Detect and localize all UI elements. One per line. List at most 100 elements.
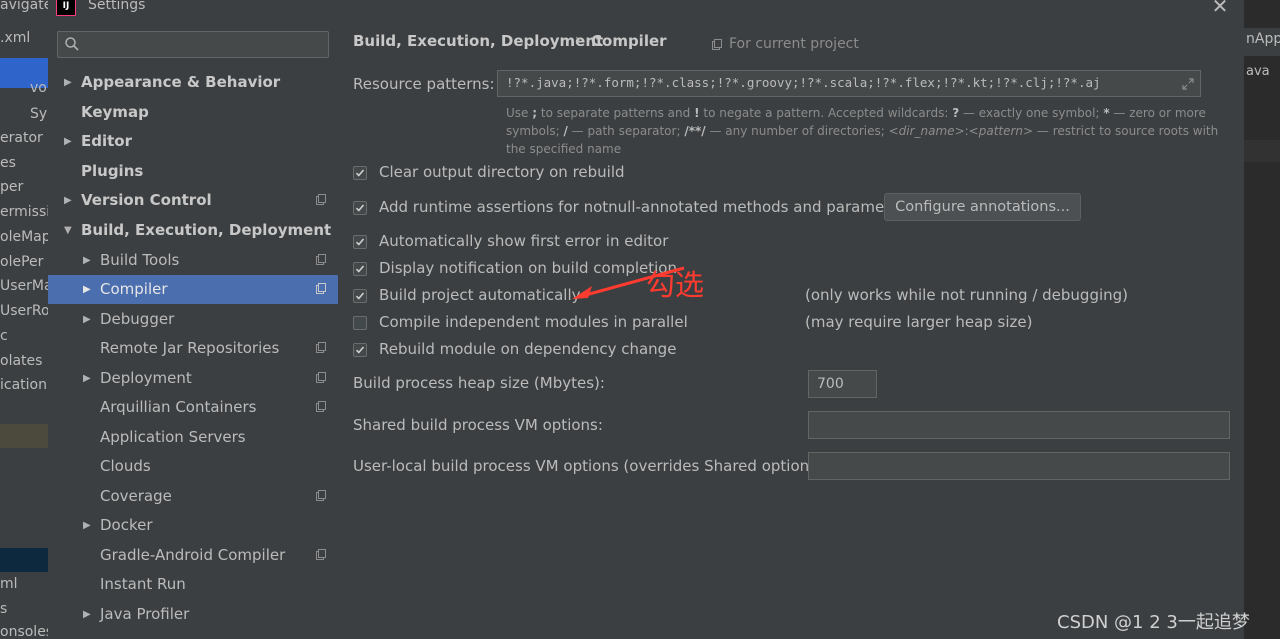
nav-item-version-control[interactable]: ▶ Version Control bbox=[48, 186, 338, 215]
nav-item-instant-run[interactable]: Instant Run bbox=[48, 570, 338, 599]
checkbox-label: Compile independent modules in parallel bbox=[379, 313, 688, 331]
checkbox[interactable] bbox=[353, 201, 367, 215]
background-text: ication bbox=[0, 377, 47, 393]
heap-size-input[interactable]: 700 bbox=[808, 370, 877, 398]
background-text: ermissi bbox=[0, 204, 48, 220]
checkbox[interactable] bbox=[353, 289, 367, 303]
nav-item-label: Appearance & Behavior bbox=[81, 73, 281, 91]
nav-item-plugins[interactable]: Plugins bbox=[48, 157, 338, 186]
shared-vm-options-input[interactable] bbox=[808, 411, 1230, 439]
project-scope-icon bbox=[316, 194, 326, 205]
background-text: UserMap bbox=[0, 278, 48, 294]
project-scope-icon bbox=[316, 490, 326, 501]
background-text: olePer bbox=[0, 254, 44, 270]
nav-item-clouds[interactable]: Clouds bbox=[48, 452, 338, 481]
nav-item-label: Clouds bbox=[100, 457, 151, 475]
breadcrumb-separator: › bbox=[575, 32, 581, 48]
heap-size-label: Build process heap size (Mbytes): bbox=[353, 374, 605, 392]
build-automatically-note: (only works while not running / debuggin… bbox=[805, 286, 1129, 304]
checkbox-label: Automatically show first error in editor bbox=[379, 232, 669, 250]
nav-item-label: Application Servers bbox=[100, 428, 246, 446]
nav-item-label: Keymap bbox=[81, 103, 149, 121]
resource-patterns-input[interactable]: !?*.java;!?*.form;!?*.class;!?*.groovy;!… bbox=[497, 70, 1201, 97]
background-text: oleMap bbox=[0, 229, 48, 245]
nav-item-debugger[interactable]: ▶ Debugger bbox=[48, 305, 338, 334]
settings-dialog: IJ Settings ✕ ▶ Appearance & Behavior Ke… bbox=[48, 0, 1244, 639]
background-text: vo bbox=[30, 80, 47, 96]
nav-item-editor[interactable]: ▶ Editor bbox=[48, 127, 338, 156]
resource-patterns-label: Resource patterns: bbox=[353, 75, 495, 93]
nav-item-label: Docker bbox=[100, 516, 153, 534]
nav-item-label: Coverage bbox=[100, 487, 172, 505]
nav-item-label: Build, Execution, Deployment bbox=[81, 221, 332, 239]
nav-item-label: Java Profiler bbox=[100, 605, 190, 623]
nav-item-java-profiler[interactable]: ▶ Java Profiler bbox=[48, 600, 338, 629]
project-scope-icon bbox=[316, 342, 326, 353]
resource-patterns-hint: Use ; to separate patterns and ! to nega… bbox=[506, 106, 1219, 156]
nav-item-label: Instant Run bbox=[100, 575, 186, 593]
checkbox[interactable] bbox=[353, 343, 367, 357]
nav-item-label: Gradle-Android Compiler bbox=[100, 546, 286, 564]
expand-arrow-icon[interactable]: ▶ bbox=[64, 68, 72, 97]
project-scope-icon bbox=[316, 549, 326, 560]
nav-item-label: Plugins bbox=[81, 162, 144, 180]
nav-item-build-execution-deployment[interactable]: ▼ Build, Execution, Deployment bbox=[48, 216, 338, 245]
expand-arrow-icon[interactable]: ▶ bbox=[83, 275, 91, 304]
checkbox-label: Rebuild module on dependency change bbox=[379, 340, 677, 358]
checkbox[interactable] bbox=[353, 262, 367, 276]
nav-item-label: Deployment bbox=[100, 369, 192, 387]
background-text: s bbox=[0, 601, 8, 617]
close-button[interactable]: ✕ bbox=[1208, 0, 1232, 18]
project-scope-icon bbox=[316, 372, 326, 383]
csdn-watermark: CSDN @1 2 3一起追梦 bbox=[1057, 612, 1250, 633]
nav-item-coverage[interactable]: Coverage bbox=[48, 482, 338, 511]
nav-item-keymap[interactable]: Keymap bbox=[48, 98, 338, 127]
expand-arrow-icon[interactable]: ▶ bbox=[83, 600, 91, 629]
expand-arrow-icon[interactable]: ▶ bbox=[83, 511, 91, 540]
nav-item-label: Remote Jar Repositories bbox=[100, 339, 280, 357]
expand-arrow-icon[interactable]: ▶ bbox=[64, 186, 72, 215]
project-scope-icon bbox=[712, 39, 722, 50]
checkbox[interactable] bbox=[353, 166, 367, 180]
expand-arrow-icon[interactable]: ▶ bbox=[83, 364, 91, 393]
nav-item-label: Arquillian Containers bbox=[100, 398, 257, 416]
background-text: UserRol bbox=[0, 303, 48, 319]
background-text: avigate bbox=[0, 0, 48, 13]
expand-arrow-icon[interactable]: ▶ bbox=[83, 246, 91, 275]
annotation-text: 勾选 bbox=[646, 268, 705, 302]
background-text: olates bbox=[0, 353, 43, 369]
background-text: nApp bbox=[1246, 31, 1280, 47]
nav-item-compiler[interactable]: ▶ Compiler bbox=[48, 275, 338, 304]
background-text: onsoles bbox=[0, 624, 48, 639]
checkbox[interactable] bbox=[353, 316, 367, 330]
dialog-title: Settings bbox=[88, 0, 146, 13]
shared-vm-options-label: Shared build process VM options: bbox=[353, 416, 603, 434]
dialog-titlebar: IJ Settings ✕ bbox=[48, 0, 1244, 20]
background-selection bbox=[0, 548, 48, 572]
collapse-arrow-icon[interactable]: ▼ bbox=[64, 216, 72, 245]
user-local-vm-options-input[interactable] bbox=[808, 452, 1230, 480]
nav-item-gradle-android-compiler[interactable]: Gradle-Android Compiler bbox=[48, 541, 338, 570]
nav-item-application-servers[interactable]: Application Servers bbox=[48, 423, 338, 452]
nav-item-build-tools[interactable]: ▶ Build Tools bbox=[48, 246, 338, 275]
expand-field-icon[interactable] bbox=[1182, 78, 1194, 90]
nav-item-deployment[interactable]: ▶ Deployment bbox=[48, 364, 338, 393]
checkbox-label: Build project automatically bbox=[379, 286, 581, 304]
nav-item-arquillian-containers[interactable]: Arquillian Containers bbox=[48, 393, 338, 422]
nav-item-label: Debugger bbox=[100, 310, 175, 328]
background-text: c bbox=[0, 328, 8, 344]
nav-item-appearance-behavior[interactable]: ▶ Appearance & Behavior bbox=[48, 68, 338, 97]
project-scope-icon bbox=[316, 254, 326, 265]
nav-item-remote-jar-repositories[interactable]: Remote Jar Repositories bbox=[48, 334, 338, 363]
resource-patterns-value: !?*.java;!?*.form;!?*.class;!?*.groovy;!… bbox=[506, 75, 1101, 90]
configure-annotations-button[interactable]: Configure annotations... bbox=[884, 193, 1081, 221]
nav-item-label: Compiler bbox=[100, 280, 168, 298]
expand-arrow-icon[interactable]: ▶ bbox=[64, 127, 72, 156]
heap-size-value: 700 bbox=[817, 376, 844, 392]
checkbox[interactable] bbox=[353, 235, 367, 249]
expand-arrow-icon[interactable]: ▶ bbox=[83, 305, 91, 334]
background-ide-left: avigate .xml vo Sy erator es per ermissi… bbox=[0, 0, 48, 639]
settings-search-box[interactable] bbox=[57, 31, 329, 58]
nav-item-docker[interactable]: ▶ Docker bbox=[48, 511, 338, 540]
settings-search-input[interactable] bbox=[86, 34, 326, 56]
